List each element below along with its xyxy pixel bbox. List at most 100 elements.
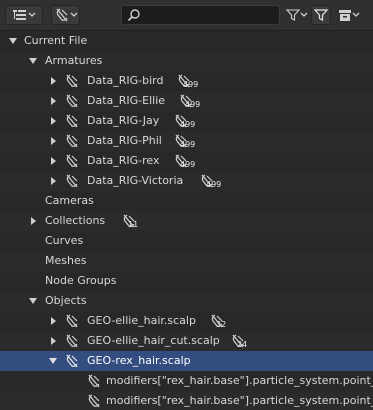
- search-field[interactable]: [121, 5, 280, 25]
- tree-label: GEO-rex_hair.scalp: [87, 354, 191, 367]
- tree-row-meshes[interactable]: Meshes: [0, 251, 373, 271]
- collapse-triangle-icon[interactable]: [47, 155, 59, 167]
- users-count-badge: 24: [230, 333, 260, 351]
- tree-row-armature[interactable]: Data_RIG-Phil 499: [0, 131, 373, 151]
- collapse-triangle-icon[interactable]: [47, 335, 59, 347]
- orphan-data-icon: [64, 93, 80, 109]
- tree-row-current-file[interactable]: Current File: [0, 31, 373, 51]
- users-count-badge: 499: [178, 93, 208, 111]
- orphan-data-icon: [64, 113, 80, 129]
- orphan-data-icon: [64, 153, 80, 169]
- funnel-icon: [286, 8, 300, 22]
- users-count-badge: 499: [173, 113, 203, 131]
- filter-type-dropdown[interactable]: [51, 5, 80, 25]
- collapse-triangle-icon[interactable]: [27, 215, 39, 227]
- badge-count: 499: [206, 180, 222, 189]
- outliner-tree: Current File Armatures Data_RIG-bird 499…: [0, 31, 373, 410]
- badge-count: 32: [216, 320, 227, 329]
- chevron-down-icon: [300, 12, 308, 18]
- tree-label: Curves: [45, 234, 84, 247]
- badge-count: 499: [180, 120, 196, 129]
- users-count-badge: 11: [121, 213, 151, 231]
- outliner-display-mode-icon: [12, 8, 28, 22]
- tree-label: Data_RIG-Ellie: [87, 94, 166, 107]
- chevron-down-icon: [352, 12, 360, 18]
- tree-label: Data_RIG-rex: [87, 154, 160, 167]
- new-collection-dropdown[interactable]: [334, 5, 364, 25]
- tree-label: Meshes: [45, 254, 87, 267]
- orphan-data-icon: [86, 373, 102, 389]
- filter-dropdown[interactable]: [283, 5, 311, 25]
- tree-label: modifiers["rex_hair.base"].particle_syst…: [106, 394, 373, 407]
- tree-row-object[interactable]: GEO-ellie_hair.scalp 32: [0, 311, 373, 331]
- tree-row-object[interactable]: GEO-ellie_hair_cut.scalp 24: [0, 331, 373, 351]
- tree-label: Data_RIG-Phil: [87, 134, 162, 147]
- collapse-triangle-icon[interactable]: [47, 75, 59, 87]
- chevron-down-icon: [28, 12, 36, 18]
- search-icon: [127, 8, 141, 25]
- outliner-header: [0, 0, 373, 31]
- archive-box-icon: [338, 8, 352, 22]
- tree-row-curves[interactable]: Curves: [0, 231, 373, 251]
- tree-label: Objects: [45, 294, 87, 307]
- badge-count: 499: [185, 100, 201, 109]
- orphan-data-icon: [64, 173, 80, 189]
- users-count-badge: 499: [173, 153, 203, 171]
- tree-label: GEO-ellie_hair.scalp: [87, 314, 196, 327]
- users-count-badge: 32: [209, 313, 239, 331]
- tree-label: Current File: [24, 34, 88, 47]
- tree-label: Cameras: [45, 194, 94, 207]
- expand-triangle-icon[interactable]: [47, 355, 59, 367]
- expand-triangle-icon[interactable]: [7, 35, 19, 47]
- badge-count: 499: [180, 160, 196, 169]
- tree-row-node-groups[interactable]: Node Groups: [0, 271, 373, 291]
- chevron-down-icon: [70, 12, 78, 18]
- tree-row-armatures[interactable]: Armatures: [0, 51, 373, 71]
- orphan-data-icon: [54, 7, 70, 23]
- tree-label: modifiers["rex_hair.base"].particle_syst…: [106, 374, 373, 387]
- orphan-data-icon: [64, 333, 80, 349]
- collapse-triangle-icon[interactable]: [47, 115, 59, 127]
- collapse-triangle-icon[interactable]: [47, 95, 59, 107]
- tree-label: Data_RIG-Victoria: [87, 174, 184, 187]
- orphan-data-icon: [64, 313, 80, 329]
- tree-label: Data_RIG-bird: [87, 74, 164, 87]
- orphan-data-icon: [64, 73, 80, 89]
- tree-row-armature[interactable]: Data_RIG-bird 499: [0, 71, 373, 91]
- tree-row-armature[interactable]: Data_RIG-Victoria 499: [0, 171, 373, 191]
- badge-count: 24: [237, 340, 248, 349]
- tree-label: Collections: [45, 214, 106, 227]
- users-count-badge: 499: [173, 133, 203, 151]
- badge-count: 499: [180, 140, 196, 149]
- users-count-badge: 499: [199, 173, 229, 191]
- search-input[interactable]: [144, 7, 274, 23]
- tree-row-object-selected[interactable]: GEO-rex_hair.scalp: [0, 351, 373, 371]
- tree-row-point-cache[interactable]: modifiers["rex_hair.base"].particle_syst…: [0, 391, 373, 410]
- display-mode-dropdown[interactable]: [5, 5, 43, 25]
- collapse-triangle-icon[interactable]: [47, 175, 59, 187]
- tree-row-objects[interactable]: Objects: [0, 291, 373, 311]
- tree-row-collections[interactable]: Collections 11: [0, 211, 373, 231]
- tree-label: Node Groups: [45, 274, 117, 287]
- tree-label: GEO-ellie_hair_cut.scalp: [87, 334, 220, 347]
- expand-triangle-icon[interactable]: [27, 55, 39, 67]
- tree-row-point-cache[interactable]: modifiers["rex_hair.base"].particle_syst…: [0, 371, 373, 391]
- tree-row-armature[interactable]: Data_RIG-Ellie 499: [0, 91, 373, 111]
- tree-row-armature[interactable]: Data_RIG-rex 499: [0, 151, 373, 171]
- badge-count: 11: [128, 220, 139, 229]
- tree-row-armature[interactable]: Data_RIG-Jay 499: [0, 111, 373, 131]
- badge-count: 499: [183, 80, 199, 89]
- outliner-editor: Current File Armatures Data_RIG-bird 499…: [0, 0, 373, 410]
- expand-triangle-icon[interactable]: [27, 295, 39, 307]
- collapse-triangle-icon[interactable]: [47, 315, 59, 327]
- tree-label: Data_RIG-Jay: [87, 114, 160, 127]
- orphan-data-icon: [64, 353, 80, 369]
- tree-row-cameras[interactable]: Cameras: [0, 191, 373, 211]
- tree-label: Armatures: [45, 54, 103, 67]
- users-count-badge: 499: [176, 73, 206, 91]
- collapse-triangle-icon[interactable]: [47, 135, 59, 147]
- orphan-data-icon: [86, 393, 102, 409]
- filter-toggle-button[interactable]: [311, 5, 331, 25]
- funnel-icon: [314, 8, 328, 22]
- orphan-data-icon: [64, 133, 80, 149]
